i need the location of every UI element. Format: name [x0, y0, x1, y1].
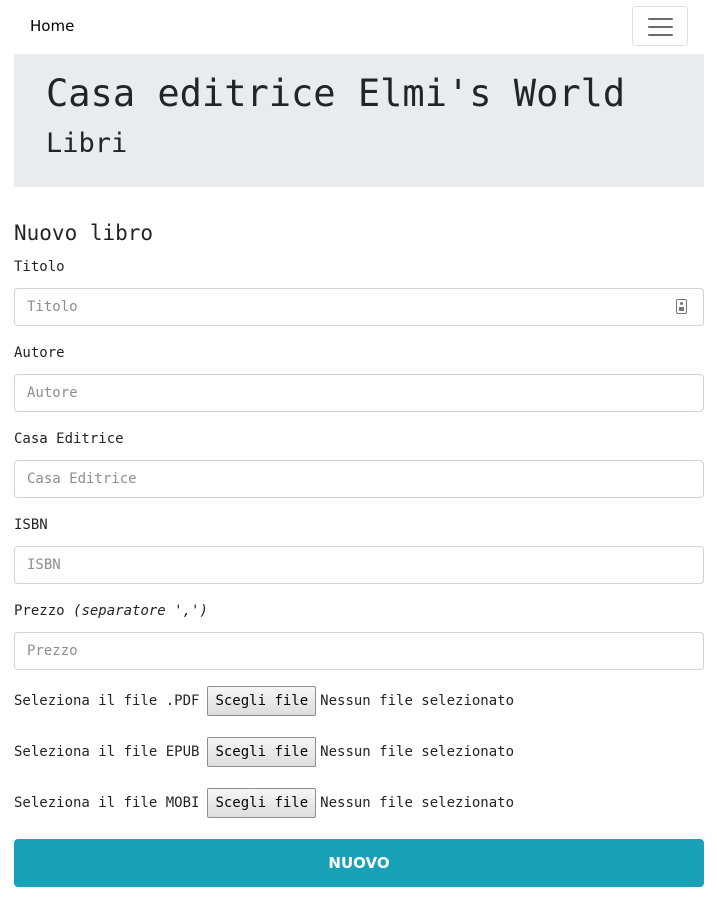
- jumbotron: Casa editrice Elmi's World Libri: [14, 54, 704, 187]
- prezzo-label-text: Prezzo: [14, 603, 65, 619]
- pdf-file-label: Seleziona il file .PDF: [14, 693, 200, 709]
- autore-label: Autore: [14, 345, 65, 361]
- epub-file-label: Seleziona il file EPUB: [14, 744, 200, 760]
- titolo-input[interactable]: [14, 288, 704, 326]
- isbn-input[interactable]: [14, 546, 704, 584]
- autore-input[interactable]: [14, 374, 704, 412]
- contact-card-icon: [676, 299, 687, 314]
- prezzo-hint: (separatore ','): [73, 603, 208, 619]
- hamburger-icon-bar: [648, 26, 673, 28]
- mobi-file-status: Nessun file selezionato: [320, 795, 515, 811]
- hamburger-icon-bar: [648, 34, 673, 36]
- casa-editrice-label: Casa Editrice: [14, 431, 124, 447]
- pdf-choose-file-button[interactable]: Scegli file: [207, 686, 317, 716]
- navbar: Home: [0, 0, 717, 54]
- hamburger-icon: [648, 18, 673, 20]
- isbn-label: ISBN: [14, 517, 48, 533]
- prezzo-label: Prezzo (separatore ','): [14, 603, 208, 619]
- form-title: Nuovo libro: [14, 221, 154, 245]
- epub-choose-file-button[interactable]: Scegli file: [207, 737, 317, 767]
- page-subtitle: Libri: [46, 128, 128, 159]
- pdf-file-status: Nessun file selezionato: [320, 693, 515, 709]
- prezzo-input[interactable]: [14, 632, 704, 670]
- epub-file-row: Seleziona il file EPUB Scegli file Nessu…: [14, 737, 514, 767]
- mobi-choose-file-button[interactable]: Scegli file: [207, 788, 317, 818]
- navbar-toggler-button[interactable]: [632, 6, 688, 46]
- mobi-file-label: Seleziona il file MOBI: [14, 795, 200, 811]
- mobi-file-row: Seleziona il file MOBI Scegli file Nessu…: [14, 788, 514, 818]
- page-title: Casa editrice Elmi's World: [46, 72, 626, 115]
- casa-editrice-input[interactable]: [14, 460, 704, 498]
- nav-home-link[interactable]: Home: [30, 17, 74, 35]
- epub-file-status: Nessun file selezionato: [320, 744, 515, 760]
- pdf-file-row: Seleziona il file .PDF Scegli file Nessu…: [14, 686, 514, 716]
- titolo-label: Titolo: [14, 259, 65, 275]
- submit-new-button[interactable]: NUOVO: [14, 839, 704, 887]
